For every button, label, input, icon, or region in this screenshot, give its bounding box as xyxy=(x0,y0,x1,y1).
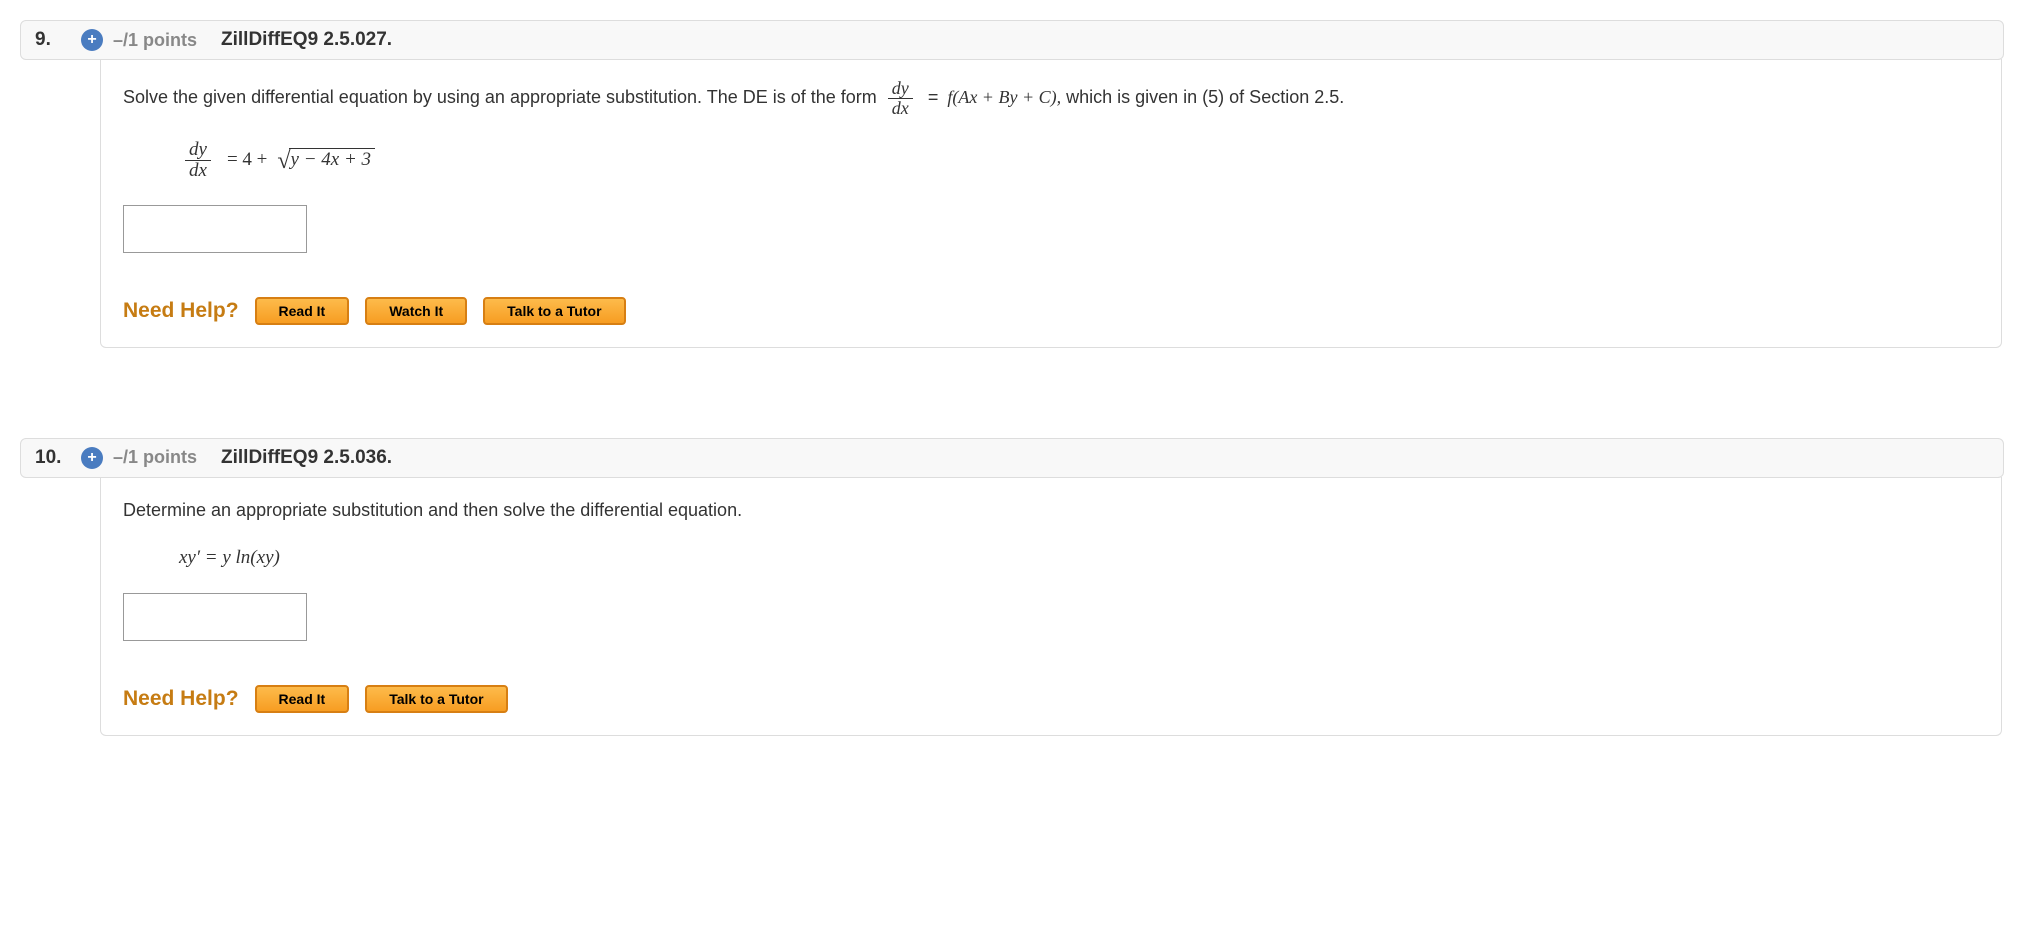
equation-text: xy′ = y ln(xy) xyxy=(179,547,280,569)
question-body: Determine an appropriate substitution an… xyxy=(100,477,2002,736)
read-it-button[interactable]: Read It xyxy=(255,685,350,713)
assignment-label: ZillDiffEQ9 2.5.027. xyxy=(221,29,392,51)
function-expression: f(Ax + By + C), xyxy=(947,87,1061,107)
talk-to-tutor-button[interactable]: Talk to a Tutor xyxy=(483,297,625,325)
equation-lhs: dy dx xyxy=(185,140,211,181)
help-row: Need Help? Read It Watch It Talk to a Tu… xyxy=(123,297,1979,325)
question-number: 9. xyxy=(35,29,67,51)
talk-to-tutor-button[interactable]: Talk to a Tutor xyxy=(365,685,507,713)
equals-sign: = xyxy=(928,87,944,107)
watch-it-button[interactable]: Watch It xyxy=(365,297,467,325)
points-label: –/1 points xyxy=(113,447,197,468)
need-help-label: Need Help? xyxy=(123,299,239,323)
derivative-fraction: dy dx xyxy=(888,79,913,118)
problem-prefix: Solve the given differential equation by… xyxy=(123,87,882,107)
expand-icon[interactable]: + xyxy=(81,447,103,469)
help-row: Need Help? Read It Talk to a Tutor xyxy=(123,685,1979,713)
problem-suffix: which is given in (5) of Section 2.5. xyxy=(1066,87,1344,107)
points-label: –/1 points xyxy=(113,30,197,51)
answer-input[interactable] xyxy=(123,593,307,641)
equation: dy dx = 4 + √ y − 4x + 3 xyxy=(179,140,1979,181)
question-number: 10. xyxy=(35,447,67,469)
question-body: Solve the given differential equation by… xyxy=(100,59,2002,348)
expand-icon[interactable]: + xyxy=(81,29,103,51)
need-help-label: Need Help? xyxy=(123,687,239,711)
assignment-label: ZillDiffEQ9 2.5.036. xyxy=(221,447,392,469)
problem-text: Determine an appropriate substitution an… xyxy=(123,497,1979,525)
equation: xy′ = y ln(xy) xyxy=(179,547,1979,569)
problem-text: Solve the given differential equation by… xyxy=(123,79,1979,118)
question-block: 10. + –/1 points ZillDiffEQ9 2.5.036. De… xyxy=(20,438,2004,736)
square-root: √ y − 4x + 3 xyxy=(277,148,375,173)
read-it-button[interactable]: Read It xyxy=(255,297,350,325)
question-header: 10. + –/1 points ZillDiffEQ9 2.5.036. xyxy=(20,438,2004,478)
equation-rhs-before: = 4 + xyxy=(227,149,267,171)
question-header: 9. + –/1 points ZillDiffEQ9 2.5.027. xyxy=(20,20,2004,60)
answer-input[interactable] xyxy=(123,205,307,253)
question-block: 9. + –/1 points ZillDiffEQ9 2.5.027. Sol… xyxy=(20,20,2004,348)
